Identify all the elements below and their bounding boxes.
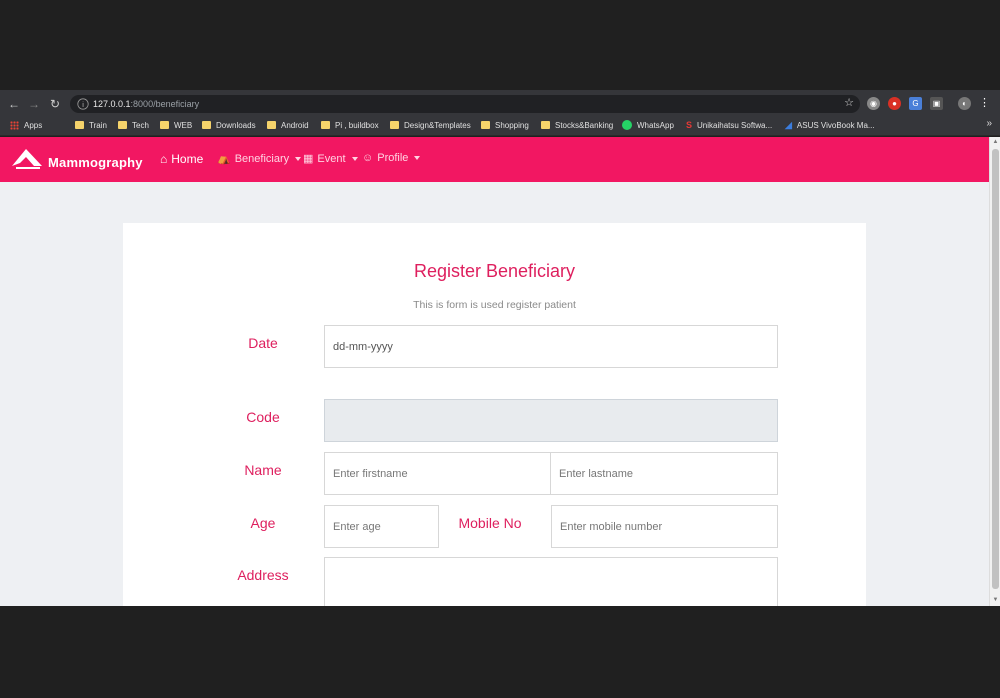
folder-icon [267,121,276,129]
folder-icon [321,121,330,129]
url-path: :8000/beneficiary [130,99,200,109]
letterbox-bottom [0,606,1000,698]
asus-icon: ◢ [785,119,792,130]
date-label: Date [248,335,278,351]
bookmark-label: Shopping [495,120,529,130]
bookmark-label: Tech [132,120,149,130]
nav-beneficiary[interactable]: ⛺ Beneficiary [217,152,302,165]
extension-icon[interactable]: ▣ [930,97,943,110]
bookmark-asus[interactable]: ◢ ASUS VivoBook Ma... [785,114,875,136]
unikaihatsu-icon: S [686,120,693,130]
chevron-down-icon [351,156,358,161]
folder-icon [481,121,490,129]
whatsapp-icon [622,120,632,130]
nav-label: Beneficiary [234,152,290,165]
extension-icon[interactable]: ● [888,97,901,110]
nav-profile[interactable]: ☺ Profile [362,152,421,164]
scroll-up-icon[interactable]: ▲ [991,138,1000,147]
home-icon: ⌂ [160,152,168,166]
bookmark-item[interactable]: Shopping [481,114,529,136]
bookmark-label: WEB [174,120,193,130]
bookmarks-bar: Apps Train Tech WEB Downloads Android Pi… [0,114,1000,136]
code-label: Code [246,409,280,425]
bookmark-label: Design&Templates [404,120,471,130]
browser-toolbar: ← → ↻ i 127.0.0.1:8000/beneficiary ☆ ◉ ●… [0,94,1000,114]
url-host: 127.0.0.1 [93,99,131,109]
lastname-field[interactable]: Enter lastname [550,452,778,495]
app-navbar: Mammography ⌂ Home ⛺ Beneficiary ▦ Event… [0,137,989,182]
code-field [324,399,778,442]
bookmark-whatsapp[interactable]: WhatsApp [622,114,674,136]
age-field[interactable]: Enter age [324,505,439,548]
nav-event[interactable]: ▦ Event [303,152,358,165]
bookmark-item[interactable]: Tech [118,114,149,136]
register-form-card: Register Beneficiary This is form is use… [123,223,866,606]
forward-icon[interactable]: → [26,96,42,112]
bookmark-label: Train [89,120,107,130]
bookmark-apps[interactable]: Apps [10,114,42,136]
folder-icon [541,121,550,129]
user-circle-icon: ☺ [362,152,374,164]
firstname-field[interactable]: Enter firstname [324,452,551,495]
translate-icon[interactable]: G [909,97,922,110]
nav-label: Profile [377,152,409,164]
brand-logo-icon [12,149,42,169]
bookmark-label: Pi , buildbox [335,120,379,130]
extension-icon[interactable]: ◉ [867,97,880,110]
menu-kebab-icon[interactable]: ⋮ [978,97,991,110]
mobile-label: Mobile No [458,515,522,531]
name-label: Name [244,462,282,478]
nav-label: Event [317,152,346,165]
back-icon[interactable]: ← [6,96,22,112]
bookmark-unikaihatsu[interactable]: S Unikaihatsu Softwa... [686,114,772,136]
bookmarks-overflow-button[interactable]: » [986,118,992,129]
url-text: 127.0.0.1:8000/beneficiary [93,97,199,111]
bookmark-item[interactable]: Android [267,114,309,136]
folder-icon [118,121,127,129]
apps-icon [10,120,19,130]
bookmark-label: Stocks&Banking [555,120,614,130]
address-field[interactable] [324,557,778,606]
bookmark-label: WhatsApp [637,120,674,130]
page-subtitle: This is form is used register patient [413,299,576,311]
age-label: Age [250,515,276,531]
bed-icon: ⛺ [217,153,231,165]
folder-icon [160,121,169,129]
calendar-icon: ▦ [303,153,314,165]
scroll-down-icon[interactable]: ▼ [991,596,1000,605]
folder-icon [390,121,399,129]
bookmark-label: ASUS VivoBook Ma... [796,120,875,130]
date-field[interactable]: dd-mm-yyyy [324,325,778,368]
folder-icon [202,121,211,129]
bookmark-label: Apps [24,120,43,130]
bookmark-item[interactable]: Stocks&Banking [541,114,613,136]
brand-name: Mammography [48,154,143,170]
chevron-down-icon [414,156,421,160]
bookmark-item[interactable]: Design&Templates [390,114,471,136]
reload-icon[interactable]: ↻ [47,96,63,112]
brand[interactable]: Mammography [10,146,143,170]
bookmark-item[interactable]: Downloads [202,114,256,136]
avatar[interactable]: ◐ [958,97,971,110]
address-bar[interactable]: i 127.0.0.1:8000/beneficiary ☆ [70,95,860,113]
nav-home[interactable]: ⌂ Home [160,152,203,166]
folder-icon [75,121,84,129]
bookmark-item[interactable]: WEB [160,114,192,136]
bookmark-item[interactable]: Pi , buildbox [321,114,379,136]
scrollbar-thumb[interactable] [992,149,999,589]
site-info-icon[interactable]: i [77,98,89,110]
bookmark-star-icon[interactable]: ☆ [844,96,854,109]
screen: ← → ↻ i 127.0.0.1:8000/beneficiary ☆ ◉ ●… [0,0,1000,698]
address-label: Address [237,567,289,583]
mobile-field[interactable]: Enter mobile number [551,505,778,548]
page-scrollbar[interactable]: ▲ ▼ [989,137,1000,606]
page-viewport: Mammography ⌂ Home ⛺ Beneficiary ▦ Event… [0,137,1000,606]
chevron-down-icon [295,156,302,161]
bookmark-label: Android [281,120,309,130]
page-title: Register Beneficiary [413,261,576,281]
nav-label: Home [171,152,204,166]
bookmark-label: Downloads [216,120,256,130]
bookmark-item[interactable]: Train [75,114,107,136]
bookmark-label: Unikaihatsu Softwa... [697,120,773,130]
